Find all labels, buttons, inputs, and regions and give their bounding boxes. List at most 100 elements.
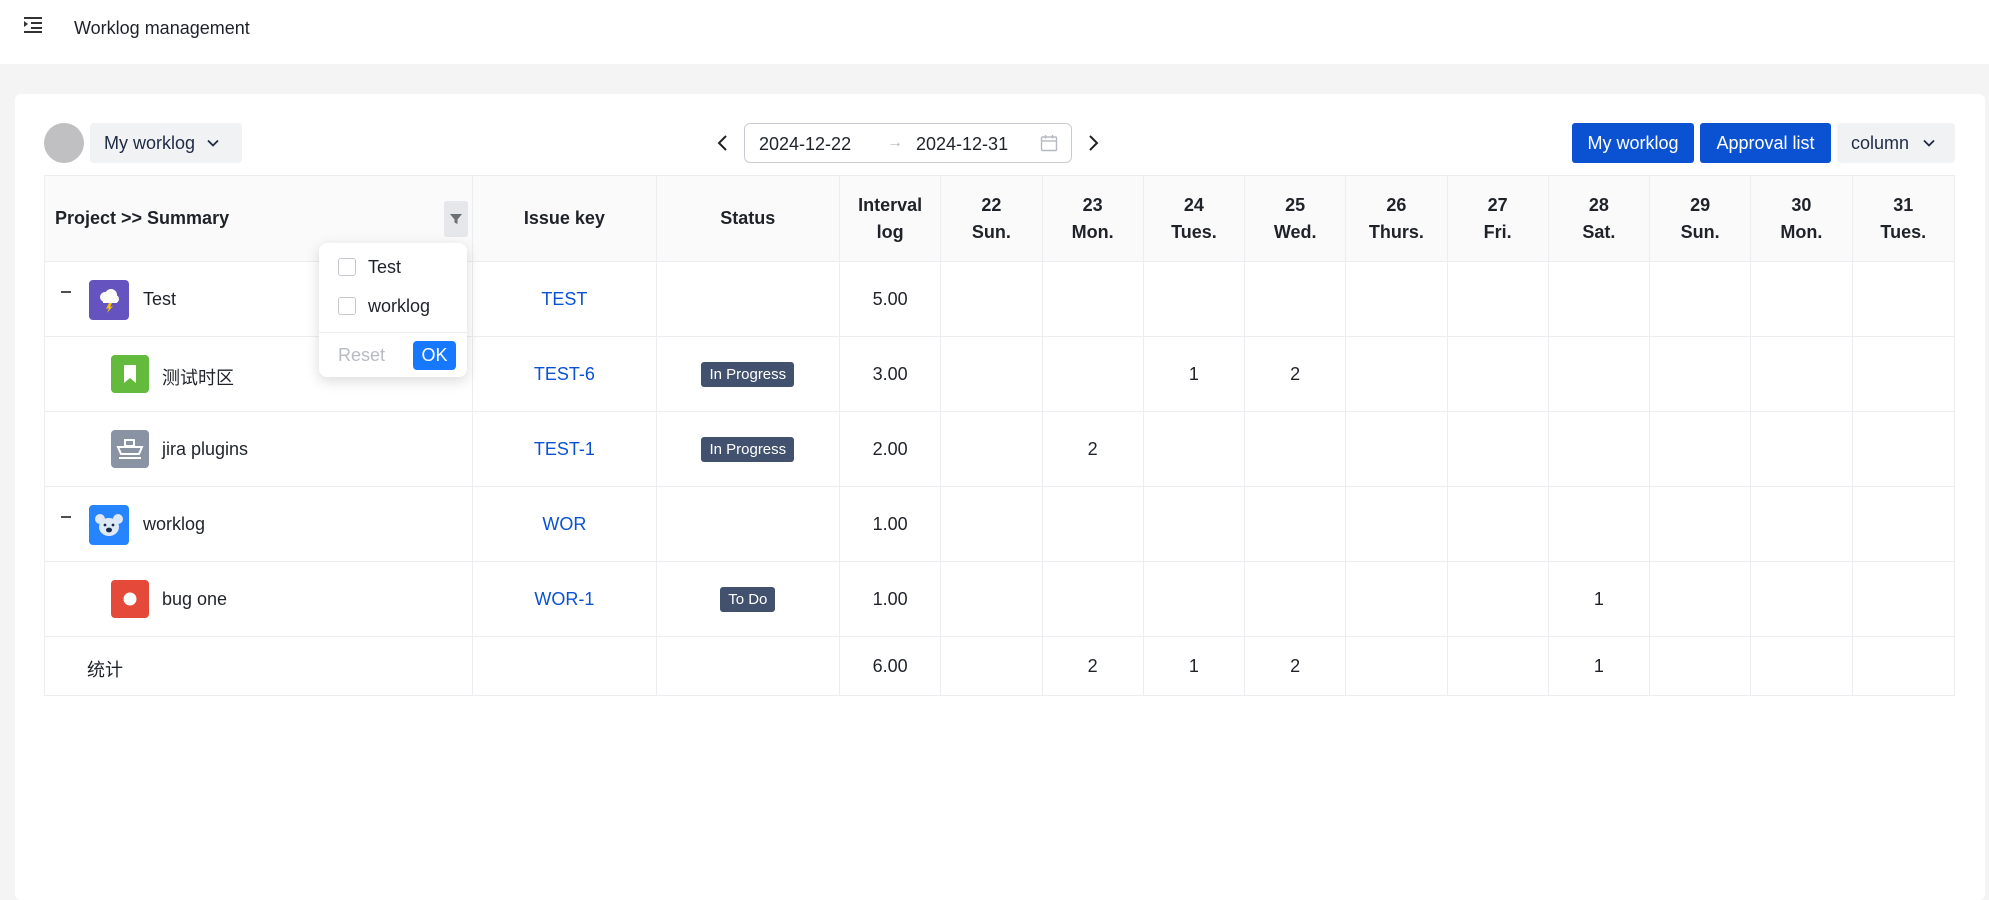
issue-cell: bug one xyxy=(43,561,474,637)
day-of-week: Sat. xyxy=(1582,221,1616,242)
issue-key-link[interactable]: WOR xyxy=(542,514,586,534)
day-cell[interactable]: 1 xyxy=(1142,336,1246,412)
collapse-icon[interactable] xyxy=(58,284,74,300)
day-cell[interactable] xyxy=(1649,411,1752,487)
issue-summary[interactable]: jira plugins xyxy=(162,439,248,460)
my-worklog-button[interactable]: My worklog xyxy=(1572,123,1694,163)
day-cell[interactable] xyxy=(1547,486,1651,562)
day-cell[interactable] xyxy=(1446,261,1549,337)
total-day-cell: 1 xyxy=(1142,636,1246,696)
day-cell[interactable] xyxy=(1851,561,1956,637)
prev-period-icon[interactable] xyxy=(712,131,734,155)
status-cell xyxy=(655,261,841,337)
issue-key-link[interactable]: TEST xyxy=(541,289,587,309)
day-cell[interactable] xyxy=(1142,561,1246,637)
day-number: 31 xyxy=(1893,194,1914,215)
status-badge: To Do xyxy=(720,586,776,612)
day-cell[interactable] xyxy=(1345,486,1448,562)
day-cell[interactable] xyxy=(940,486,1043,562)
date-start-input[interactable]: 2024-12-22 xyxy=(759,134,851,155)
total-day-cell xyxy=(940,636,1043,696)
issue-key-link[interactable]: WOR-1 xyxy=(534,589,594,609)
day-cell[interactable] xyxy=(1142,486,1246,562)
day-cell[interactable] xyxy=(1649,561,1752,637)
project-name[interactable]: worklog xyxy=(143,514,205,535)
filter-reset-button[interactable]: Reset xyxy=(338,345,385,366)
day-cell[interactable] xyxy=(1649,486,1752,562)
day-cell[interactable] xyxy=(940,336,1043,412)
day-cell[interactable]: 2 xyxy=(1244,336,1347,412)
day-cell[interactable] xyxy=(1345,411,1448,487)
day-cell[interactable] xyxy=(1446,411,1549,487)
total-empty-cell xyxy=(472,636,657,696)
day-cell[interactable]: 2 xyxy=(1041,411,1144,487)
filter-option-worklog[interactable]: worklog xyxy=(338,294,430,318)
day-cell[interactable] xyxy=(1750,411,1853,487)
day-cell[interactable] xyxy=(1041,336,1144,412)
avatar[interactable] xyxy=(44,123,84,163)
date-end-input[interactable]: 2024-12-31 xyxy=(916,134,1008,155)
day-cell[interactable] xyxy=(1750,261,1853,337)
issue-key-cell: WOR xyxy=(472,486,657,562)
user-select[interactable]: My worklog xyxy=(90,123,242,163)
day-cell[interactable] xyxy=(1750,486,1853,562)
day-cell[interactable] xyxy=(1547,261,1651,337)
day-cell[interactable] xyxy=(940,561,1043,637)
day-cell[interactable] xyxy=(1142,261,1246,337)
day-cell[interactable] xyxy=(1244,561,1347,637)
day-cell[interactable] xyxy=(1851,336,1956,412)
day-cell[interactable]: 1 xyxy=(1547,561,1651,637)
day-cell[interactable] xyxy=(1345,561,1448,637)
day-cell[interactable] xyxy=(1446,561,1549,637)
day-number: 22 xyxy=(981,194,1002,215)
day-cell[interactable] xyxy=(1041,261,1144,337)
issue-summary[interactable]: 测试时区 xyxy=(162,364,234,390)
day-cell[interactable] xyxy=(1750,336,1853,412)
issue-summary[interactable]: bug one xyxy=(162,589,227,610)
issue-key-link[interactable]: TEST-6 xyxy=(534,364,595,384)
day-cell[interactable] xyxy=(1446,336,1549,412)
day-cell[interactable] xyxy=(940,261,1043,337)
day-cell[interactable] xyxy=(1446,486,1549,562)
day-cell[interactable] xyxy=(1244,486,1347,562)
filter-option-test[interactable]: Test xyxy=(338,255,401,279)
day-cell[interactable] xyxy=(1547,411,1651,487)
collapse-icon[interactable] xyxy=(58,509,74,525)
day-cell[interactable] xyxy=(940,411,1043,487)
filter-checkbox[interactable] xyxy=(338,297,356,315)
day-cell[interactable] xyxy=(1851,261,1956,337)
filter-button[interactable] xyxy=(444,201,469,237)
next-period-icon[interactable] xyxy=(1082,131,1104,155)
day-cell[interactable] xyxy=(1851,486,1956,562)
header-status[interactable]: Status xyxy=(655,175,841,262)
day-cell[interactable] xyxy=(1244,261,1347,337)
interval-cell: 3.00 xyxy=(839,336,942,412)
day-cell[interactable] xyxy=(1041,561,1144,637)
day-of-week: Thurs. xyxy=(1368,221,1424,242)
day-cell[interactable] xyxy=(1244,411,1347,487)
day-cell[interactable] xyxy=(1041,486,1144,562)
header-day: 25 Wed. xyxy=(1244,175,1347,262)
header-issue-key[interactable]: Issue key xyxy=(472,175,657,262)
day-cell[interactable] xyxy=(1345,336,1448,412)
approval-list-button[interactable]: Approval list xyxy=(1700,123,1831,163)
bookmark-story-icon xyxy=(111,355,149,393)
day-cell[interactable] xyxy=(1649,336,1752,412)
day-cell[interactable] xyxy=(1649,261,1752,337)
day-cell[interactable] xyxy=(1547,336,1651,412)
date-range-picker[interactable]: 2024-12-22 → 2024-12-31 xyxy=(744,123,1072,163)
project-name[interactable]: Test xyxy=(143,289,176,310)
day-cell[interactable] xyxy=(1345,261,1448,337)
total-day-cell: 2 xyxy=(1244,636,1347,696)
day-cell[interactable] xyxy=(1851,411,1956,487)
column-select[interactable]: column xyxy=(1837,123,1955,163)
day-of-week: Mon. xyxy=(1780,221,1823,242)
menu-fold-icon[interactable] xyxy=(24,16,44,34)
issue-cell: jira plugins xyxy=(43,411,474,487)
day-cell[interactable] xyxy=(1750,561,1853,637)
filter-checkbox[interactable] xyxy=(338,258,356,276)
issue-key-link[interactable]: TEST-1 xyxy=(534,439,595,459)
day-cell[interactable] xyxy=(1142,411,1246,487)
filter-ok-button[interactable]: OK xyxy=(413,341,456,370)
day-of-week: Fri. xyxy=(1483,221,1512,242)
